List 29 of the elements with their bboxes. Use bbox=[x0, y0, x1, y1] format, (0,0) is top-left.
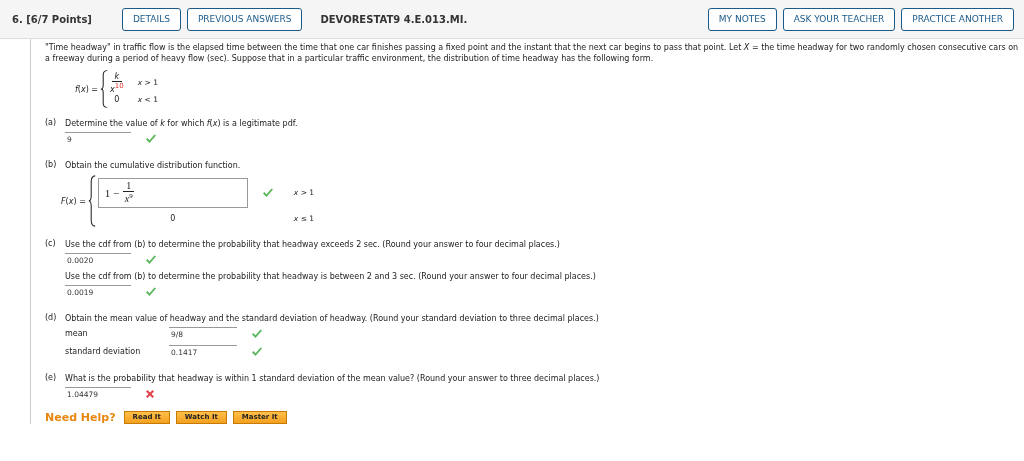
question-number: 6. [6/7 Points] bbox=[12, 13, 92, 25]
part-label: (e) bbox=[45, 373, 58, 382]
fraction: k x$^{10}$ bbox=[110, 71, 124, 94]
part-label: (b) bbox=[45, 160, 58, 169]
function-name: F(x) = bbox=[61, 196, 86, 206]
question-prompt: Determine the value of k for which f(x) is a legitimate pdf. bbox=[65, 118, 299, 129]
question-prompt: Obtain the mean value of headway and the standard deviation of headway. (Round your standard deviation to three decimal places.) bbox=[65, 313, 600, 324]
question-prompt: Obtain the cumulative distribution function. bbox=[65, 160, 242, 171]
answer-label: mean bbox=[65, 329, 89, 338]
question-prompt: Use the cdf from (b) to determine the probability that headway is between 2 and 3 sec. (Round your answer to four decimal places.) bbox=[65, 271, 597, 282]
part-label: (c) bbox=[45, 239, 57, 248]
function-name: f(x) = bbox=[75, 84, 99, 94]
header-button[interactable]: PRACTICE ANOTHER bbox=[901, 7, 1014, 31]
question-prompt: Use the cdf from (b) to determine the probability that headway exceeds 2 sec. (Round your answer to four decimal places.) bbox=[65, 239, 561, 250]
part-label: (a) bbox=[45, 118, 58, 127]
header-button[interactable]: MY NOTES bbox=[707, 7, 777, 31]
part-label: (d) bbox=[45, 313, 58, 322]
case-value: 0 bbox=[169, 212, 177, 225]
question-prompt: What is the probability that headway is within 1 standard deviation of the mean value? (Round your answer to three decimal places.) bbox=[65, 373, 601, 384]
question-code: DEVORESTAT9 4.E.013.MI. bbox=[320, 13, 468, 25]
header-button[interactable]: DETAILS bbox=[121, 7, 181, 31]
case-value: 0 bbox=[113, 94, 121, 107]
header-button[interactable]: ASK YOUR TEACHER bbox=[782, 7, 896, 31]
answer-label: standard deviation bbox=[65, 347, 142, 356]
brace-icon bbox=[87, 175, 96, 227]
brace-icon bbox=[100, 70, 109, 108]
question-text: "Time headway" in traffic flow is the elapsed time between the time that one car finishes passing a fixed point and the instant that the next car begins to pass that point. Let X = the time headway for two randomly chosen consecutive cars on a freeway during a period of heavy flow (sec). Suppose that in a particular traffic environment, the distribution of time headway has the following form. bbox=[45, 42, 1020, 64]
header-button[interactable]: PREVIOUS ANSWERS bbox=[186, 7, 303, 31]
need-help-label: Need Help? bbox=[45, 411, 116, 424]
